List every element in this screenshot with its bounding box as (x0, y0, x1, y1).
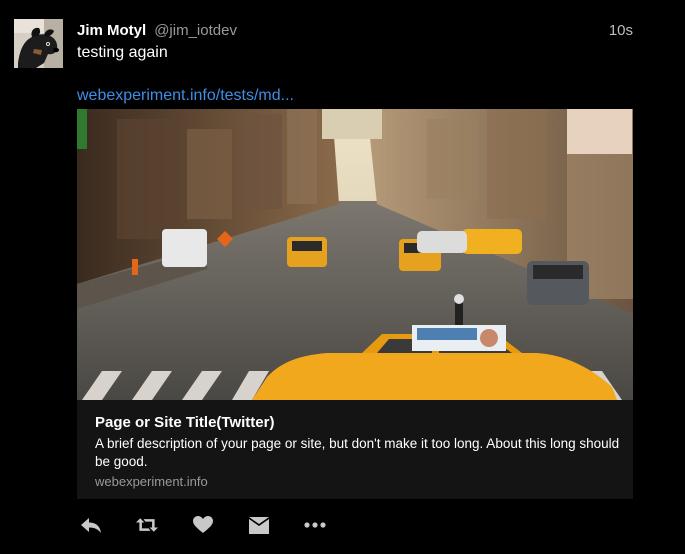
envelope-icon (249, 516, 269, 534)
like-button[interactable] (192, 514, 214, 536)
author-display-name[interactable]: Jim Motyl (77, 22, 146, 39)
card-domain: webexperiment.info (95, 474, 208, 489)
avatar[interactable] (14, 19, 63, 68)
city-street-taxi-photo-icon (77, 109, 633, 400)
retweet-icon (136, 518, 158, 532)
retweet-button[interactable] (136, 514, 158, 536)
reply-button[interactable] (80, 514, 102, 536)
more-icon (304, 522, 326, 528)
tweet: Jim Motyl @jim_iotdev 10s testing again w… (0, 0, 685, 554)
tweet-timestamp[interactable]: 10s (609, 22, 633, 39)
tweet-link[interactable]: webexperiment.info/tests/md... (77, 86, 294, 106)
tweet-header: Jim Motyl @jim_iotdev (77, 21, 237, 41)
tweet-text: testing again (77, 44, 168, 61)
more-button[interactable] (304, 514, 326, 536)
card-description: A brief description of your page or site… (95, 436, 620, 469)
tweet-actions (80, 512, 360, 538)
author-handle[interactable]: @jim_iotdev (154, 22, 237, 39)
card-title: Page or Site Title(Twitter) (95, 414, 275, 431)
card-body: Page or Site Title(Twitter) A brief desc… (95, 413, 620, 491)
link-card[interactable]: Page or Site Title(Twitter) A brief desc… (77, 109, 633, 499)
heart-icon (193, 516, 213, 533)
dog-photo-avatar-icon (14, 19, 63, 68)
direct-message-button[interactable] (248, 514, 270, 536)
reply-icon (81, 518, 101, 533)
